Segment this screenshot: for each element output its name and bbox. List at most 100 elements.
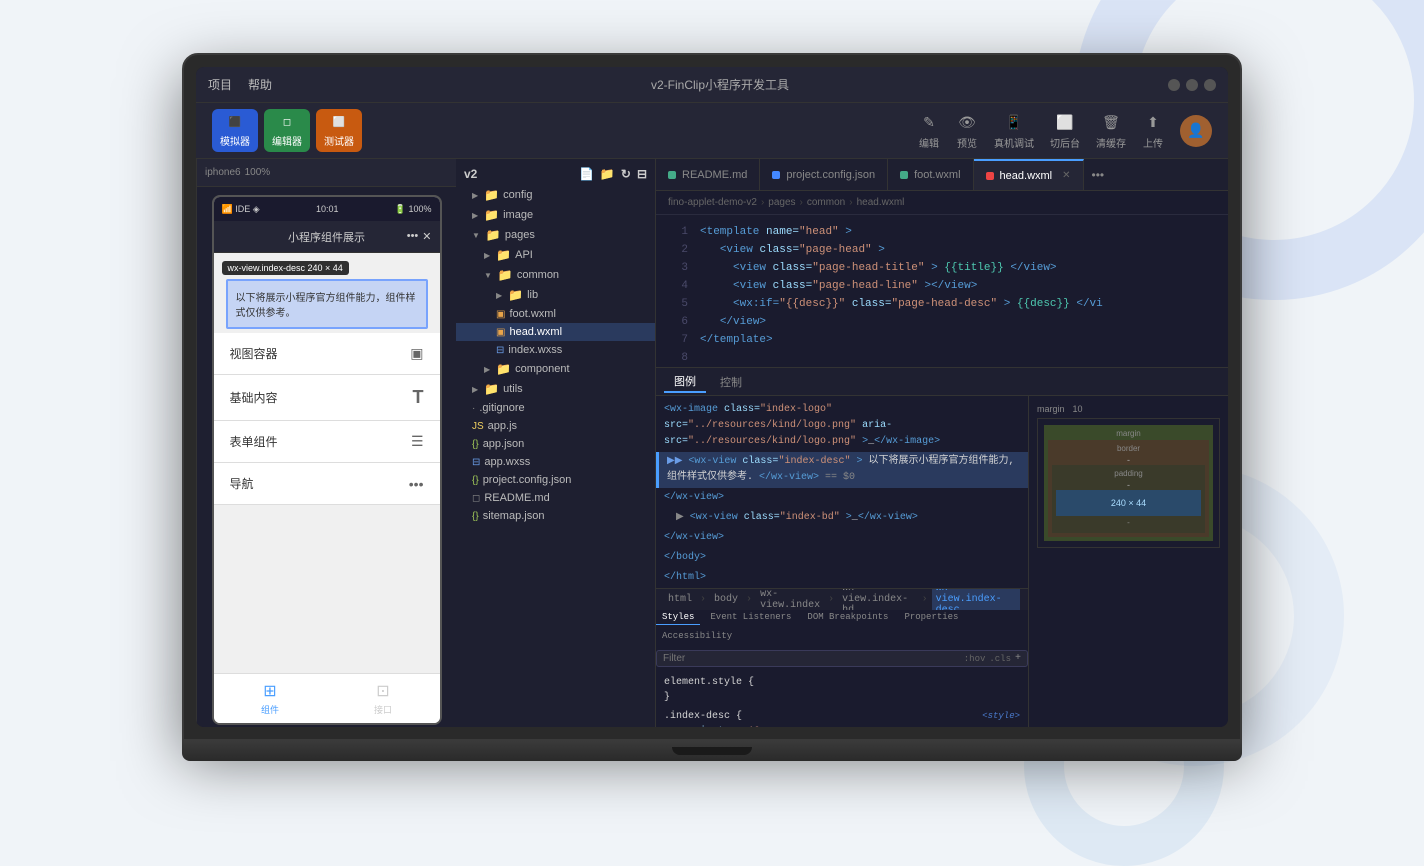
nav-close-icon[interactable]: ✕: [422, 230, 431, 243]
filter-input[interactable]: [663, 653, 960, 664]
tab-foot-wxml[interactable]: foot.wxml: [888, 159, 973, 190]
bottom-tab-control[interactable]: 控制: [710, 372, 752, 392]
tab-close-icon[interactable]: ✕: [1062, 170, 1070, 181]
sel-body[interactable]: body: [710, 593, 742, 606]
background-icon: ⬜: [1054, 111, 1076, 133]
edit-action[interactable]: ✎ 编辑: [918, 111, 940, 150]
box-content: 240 × 44: [1056, 490, 1201, 516]
real-device-action[interactable]: 📱 真机调试: [994, 111, 1034, 150]
toolbar-right: ✎ 编辑 👁 预览 📱 真机调试 ⬜ 切后台: [918, 111, 1212, 150]
section-icon-1: T: [413, 387, 424, 408]
tree-item-gitignore[interactable]: · .gitignore: [456, 399, 655, 417]
tree-item-component[interactable]: ▶ 📁 component: [456, 359, 655, 379]
breadcrumb-sep: ›: [800, 197, 803, 208]
tester-button[interactable]: ⬜ 测试器: [316, 109, 362, 152]
folder-icon: 📁: [508, 288, 523, 302]
tree-item-label: index.wxss: [508, 344, 562, 356]
upload-action[interactable]: ⬆ 上传: [1142, 111, 1164, 150]
tab-readme[interactable]: README.md: [656, 159, 760, 190]
tree-item-image[interactable]: ▶ 📁 image: [456, 205, 655, 225]
editor-icon: ◻: [278, 113, 296, 131]
tree-item-head-wxml[interactable]: ▣ head.wxml: [456, 323, 655, 341]
api-nav-label: 接口: [374, 703, 392, 716]
box-model-header: margin 10: [1037, 404, 1220, 414]
phone-section-2[interactable]: 表单组件 ☰: [214, 421, 440, 463]
html-node-3[interactable]: ▶ <wx-view class="index-bd" >_</wx-view>: [656, 508, 1028, 528]
filter-hint-hov[interactable]: :hov: [964, 654, 986, 664]
folder-icon: 📁: [498, 268, 513, 282]
tab-project-config[interactable]: project.config.json: [760, 159, 888, 190]
el-tab-properties[interactable]: Properties: [898, 610, 964, 625]
tree-item-readme[interactable]: ◻ README.md: [456, 489, 655, 507]
menu-item-project[interactable]: 项目: [208, 76, 232, 93]
signal-status: 📶 IDE ◈: [222, 204, 260, 215]
code-editor[interactable]: 1 <template name="head" > 2: [656, 215, 1228, 367]
el-tab-styles[interactable]: Styles: [656, 610, 700, 625]
tree-collapse-icon[interactable]: ⊟: [637, 167, 647, 181]
clear-cache-action[interactable]: 🗑 清缓存: [1096, 111, 1126, 150]
code-line-5: 5 <wx:if="{{desc}}" class="page-head-des…: [656, 295, 1228, 313]
close-button[interactable]: [1204, 79, 1216, 91]
tree-item-app-json[interactable]: {} app.json: [456, 435, 655, 453]
tree-item-pages[interactable]: ▼ 📁 pages: [456, 225, 655, 245]
tree-item-label: .gitignore: [479, 402, 524, 414]
file-icon: JS: [472, 421, 484, 432]
tree-item-api[interactable]: ▶ 📁 API: [456, 245, 655, 265]
sel-html[interactable]: html: [664, 593, 696, 606]
chevron-icon: ▶: [484, 365, 490, 374]
tree-item-config[interactable]: ▶ 📁 config: [456, 185, 655, 205]
tree-actions: 📄 📁 ↻ ⊟: [579, 167, 647, 181]
nav-item-component[interactable]: ⊞ 组件: [261, 681, 279, 716]
phone-section-3[interactable]: 导航 •••: [214, 463, 440, 505]
html-node-2[interactable]: </wx-view>: [656, 488, 1028, 508]
user-avatar[interactable]: 👤: [1180, 115, 1212, 147]
html-node-4[interactable]: </wx-view>: [656, 528, 1028, 548]
sel-wx-view-index-hd[interactable]: wx-view.index-hd: [838, 588, 917, 610]
simulator-button[interactable]: ⬛ 模拟器: [212, 109, 258, 152]
tree-item-lib[interactable]: ▶ 📁 lib: [456, 285, 655, 305]
tree-new-file-icon[interactable]: 📄: [579, 167, 594, 181]
menu-item-help[interactable]: 帮助: [248, 76, 272, 93]
maximize-button[interactable]: [1186, 79, 1198, 91]
tab-more[interactable]: •••: [1084, 159, 1113, 190]
tree-item-common[interactable]: ▼ 📁 common: [456, 265, 655, 285]
filter-hint-cls[interactable]: .cls: [989, 654, 1011, 664]
el-tab-accessibility[interactable]: Accessibility: [656, 629, 738, 644]
phone-status-bar: 📶 IDE ◈ 10:01 🔋 100%: [214, 197, 440, 221]
minimize-button[interactable]: [1168, 79, 1180, 91]
phone-section-1[interactable]: 基础内容 T: [214, 375, 440, 421]
edit-label: 编辑: [919, 135, 939, 150]
phone-section-0[interactable]: 视图容器 ▣: [214, 333, 440, 375]
tree-item-index-wxss[interactable]: ⊟ index.wxss: [456, 341, 655, 359]
editor-button[interactable]: ◻ 编辑器: [264, 109, 310, 152]
tab-label: head.wxml: [1000, 170, 1053, 182]
tree-item-app-js[interactable]: JS app.js: [456, 417, 655, 435]
tree-item-foot-wxml[interactable]: ▣ foot.wxml: [456, 305, 655, 323]
sel-wx-view-index-desc[interactable]: wx-view.index-desc: [932, 588, 1020, 610]
background-action[interactable]: ⬜ 切后台: [1050, 111, 1080, 150]
el-tab-dom-breakpoints[interactable]: DOM Breakpoints: [801, 610, 894, 625]
html-node-1[interactable]: ▶▶ <wx-view class="index-desc" > 以下将展示小程…: [656, 452, 1028, 488]
html-node-5[interactable]: </body>: [656, 548, 1028, 568]
tab-bar: README.md project.config.json foot.wxml: [656, 159, 1228, 191]
devtools-left: <wx-image class="index-logo" src="../res…: [656, 396, 1028, 727]
preview-action[interactable]: 👁 预览: [956, 111, 978, 150]
nav-item-api[interactable]: ⊡ 接口: [374, 681, 392, 716]
tree-item-sitemap[interactable]: {} sitemap.json: [456, 507, 655, 525]
bottom-tab-view[interactable]: 图例: [664, 371, 706, 393]
sel-wx-view-index[interactable]: wx-view.index: [756, 588, 824, 610]
tree-new-folder-icon[interactable]: 📁: [600, 167, 615, 181]
filter-plus-icon[interactable]: +: [1015, 653, 1021, 664]
el-tab-event-listeners[interactable]: Event Listeners: [704, 610, 797, 625]
tree-item-project-config[interactable]: {} project.config.json: [456, 471, 655, 489]
box-margin: margin border - padding -: [1044, 425, 1213, 541]
clear-cache-icon: 🗑: [1100, 111, 1122, 133]
html-node-6[interactable]: </html>: [656, 568, 1028, 588]
html-node-0[interactable]: <wx-image class="index-logo" src="../res…: [656, 400, 1028, 452]
simulator-icon: ⬛: [226, 113, 244, 131]
tree-refresh-icon[interactable]: ↻: [621, 167, 631, 181]
tree-item-utils[interactable]: ▶ 📁 utils: [456, 379, 655, 399]
nav-more-icon[interactable]: •••: [407, 230, 419, 243]
tab-head-wxml[interactable]: head.wxml ✕: [974, 159, 1084, 190]
tree-item-app-wxss[interactable]: ⊟ app.wxss: [456, 453, 655, 471]
